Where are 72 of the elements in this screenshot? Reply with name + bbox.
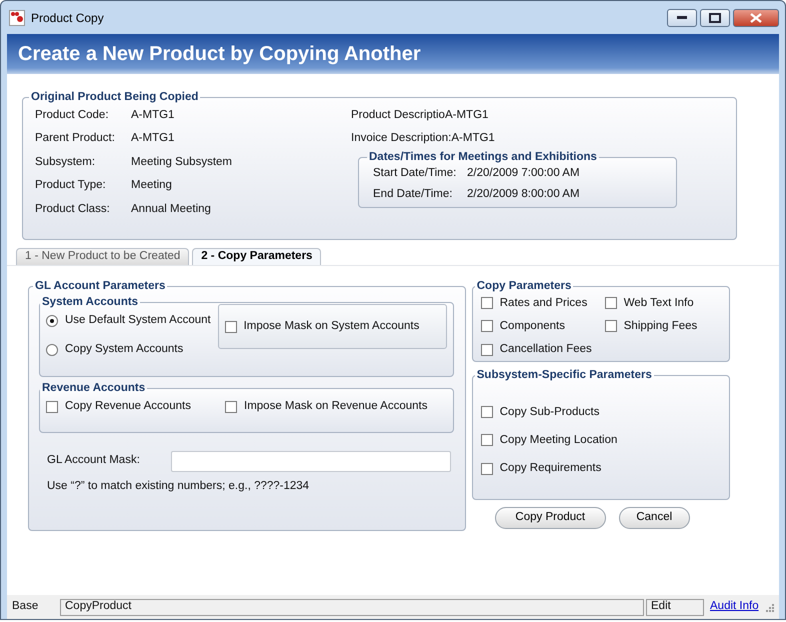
group-title: Dates/Times for Meetings and Exhibitions [368,152,598,163]
field-label: Start Date/Time: [373,166,458,181]
status-field: CopyProduct [60,598,644,616]
checkbox[interactable] [480,297,493,310]
checkbox-label: Copy Revenue Accounts [65,399,191,414]
hint-text: Use “?” to match existing numbers; e.g., ????-1234 [47,478,310,494]
status-field: Edit [646,598,704,616]
close-button[interactable] [733,8,779,26]
status-text: Base [12,599,40,614]
field-value: 2/20/2009 8:00:00 AM [467,186,580,202]
field-label: Invoice Description: [351,131,452,146]
field-label: End Date/Time: [373,186,454,202]
group-title: Copy Parameters [476,281,572,292]
app-icon [9,10,25,26]
checkbox-label: Web Text Info [624,296,694,310]
audit-info-link[interactable]: Audit Info [710,598,759,616]
checkbox[interactable] [225,400,237,413]
radio-label: Copy System Accounts [65,342,184,358]
page-heading: Create a New Product by Copying Another [7,34,779,74]
tab[interactable]: 2 - Copy Parameters [192,248,322,265]
checkbox-label: Copy Sub-Products [500,404,600,420]
checkbox-label: Components [500,318,565,334]
checkbox[interactable] [604,297,617,310]
field-value: Meeting [131,178,172,194]
checkbox[interactable] [480,406,493,418]
radio-button[interactable] [46,314,58,327]
window-title: Product Copy [31,10,104,26]
field-value: Annual Meeting [131,202,211,217]
checkbox[interactable] [604,320,617,332]
field-label: Subsystem: [35,154,96,170]
maximize-button[interactable] [700,8,730,26]
field-label: Product Class: [35,202,111,217]
field-label: Product Descriptio [351,108,445,123]
tab[interactable]: 1 - New Product to be Created [16,248,190,265]
field-value: Meeting Subsystem [131,154,232,170]
resize-grip-icon[interactable] [764,602,774,612]
radio-button[interactable] [46,344,58,356]
checkbox[interactable] [480,344,493,356]
close-icon [750,12,762,22]
checkbox[interactable] [480,434,493,446]
checkbox[interactable] [224,320,237,332]
input-field[interactable] [171,450,451,472]
checkbox-label: Impose Mask on Revenue Accounts [244,399,428,414]
group-title: Subsystem-Specific Parameters [476,370,653,382]
maximize-icon [709,12,722,22]
field-label: Product Code: [35,108,110,123]
checkbox-label: Shipping Fees [624,318,698,334]
checkbox[interactable] [480,462,493,475]
field-label: Product Type: [35,178,107,194]
field-value: A-MTG1 [131,131,174,146]
minimize-icon [677,16,688,20]
field-value: A-MTG1 [444,108,488,123]
checkbox-label: Copy Requirements [500,461,602,476]
group-title: System Accounts [41,296,140,308]
checkbox[interactable] [480,320,493,332]
field-value: A-MTG1 [131,108,174,123]
group-title: GL Account Parameters [34,281,166,292]
checkbox-label: Rates and Prices [500,296,588,310]
radio-label: Use Default System Account [65,313,211,328]
group-title: Original Product Being Copied [30,92,200,104]
checkbox-label: Impose Mask on System Accounts [244,318,420,334]
group-title: Revenue Accounts [41,382,146,394]
field-value: A-MTG1 [451,131,495,146]
field-label: GL Account Mask: [47,453,141,468]
cancel-button[interactable]: Cancel [618,507,690,529]
checkbox-label: Cancellation Fees [500,342,592,357]
field-label: Parent Product: [35,131,116,146]
field-value: 2/20/2009 7:00:00 AM [467,166,580,181]
minimize-button[interactable] [667,8,698,26]
checkbox-label: Copy Meeting Location [500,432,618,448]
copy-product-button[interactable]: Copy Product [494,507,606,529]
checkbox[interactable] [46,400,58,413]
